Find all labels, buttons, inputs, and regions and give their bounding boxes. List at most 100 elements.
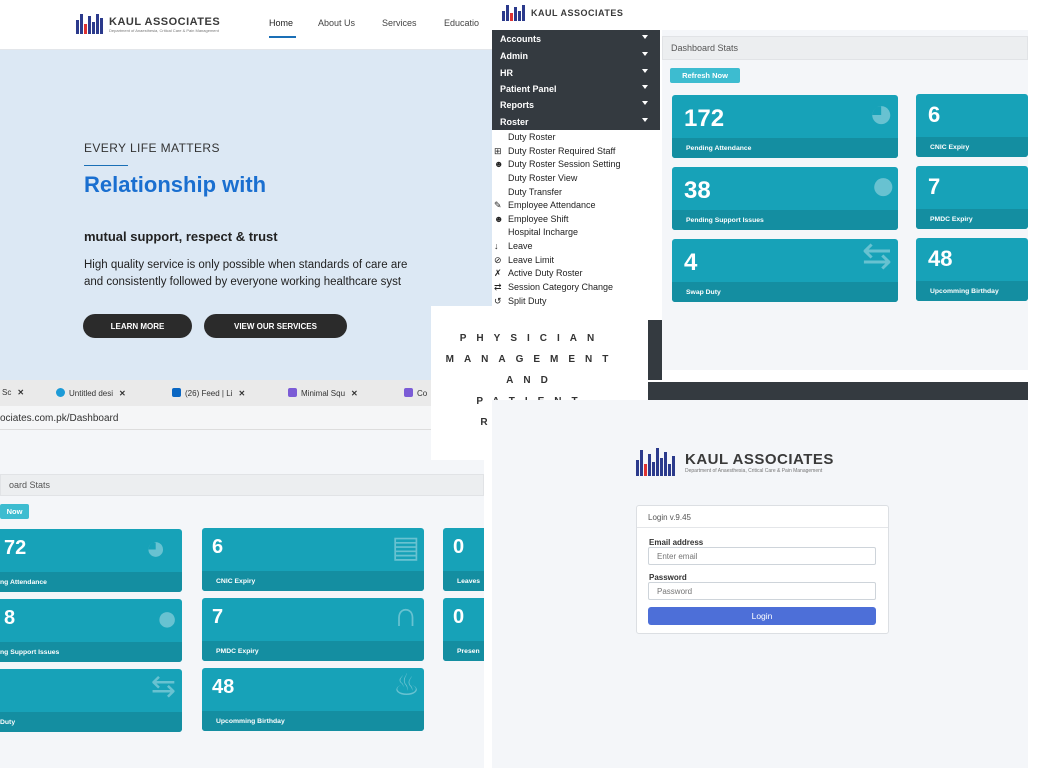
logo-mark-icon <box>636 448 675 476</box>
stat-label: CNIC Expiry <box>930 144 970 151</box>
email-field[interactable] <box>648 547 876 565</box>
menu-item-reports[interactable]: Reports <box>500 100 534 110</box>
nav-home[interactable]: Home <box>269 18 293 28</box>
browser-tab[interactable]: Sc ✕ <box>2 388 24 397</box>
canva-icon <box>56 388 65 397</box>
address-bar[interactable]: ociates.com.pk/Dashboard <box>0 406 484 430</box>
stat-card[interactable]: 0 Leaves <box>443 528 484 591</box>
footer-bar <box>648 382 1028 400</box>
comments-icon: ● <box>156 599 178 638</box>
physician-text: MANAGEMENT <box>445 354 619 365</box>
submenu-item[interactable]: Duty Roster <box>508 132 556 142</box>
stat-value: 72 <box>4 537 27 559</box>
nav-services[interactable]: Services <box>382 18 417 28</box>
login-button[interactable]: Login <box>648 607 876 625</box>
chevron-down-icon[interactable] <box>642 118 648 122</box>
menu-item-admin[interactable]: Admin <box>500 51 528 61</box>
stat-card[interactable]: 7 PMDC Expiry <box>916 166 1028 229</box>
submenu-item[interactable]: Session Category Change <box>508 282 613 292</box>
stat-card[interactable]: 72 ◕ ng Attendance <box>0 529 182 592</box>
submenu-item[interactable]: Split Duty <box>508 296 547 306</box>
chevron-down-icon[interactable] <box>642 85 648 89</box>
nav-active-underline <box>269 36 296 38</box>
site-navbar: KAUL ASSOCIATES Department of Anaesthesi… <box>0 0 492 50</box>
menu-item-hr[interactable]: HR <box>500 68 513 78</box>
submenu-item[interactable]: Leave <box>508 241 533 251</box>
site-logo[interactable]: KAUL ASSOCIATES Department of Anaesthesi… <box>76 14 220 34</box>
menu-item-patient-panel[interactable]: Patient Panel <box>500 84 557 94</box>
submenu-item[interactable]: Hospital Incharge <box>508 227 578 237</box>
submenu-item[interactable]: Employee Attendance <box>508 200 596 210</box>
sidebar-edge <box>648 320 662 380</box>
submenu-item[interactable]: Duty Transfer <box>508 187 562 197</box>
hero-title: Relationship with <box>84 172 267 197</box>
stat-label: Duty <box>0 719 16 726</box>
stat-label: Pending Support Issues <box>686 217 764 224</box>
stat-card[interactable]: 172 ◕ Pending Attendance <box>672 95 898 158</box>
running-icon: ✗ <box>494 268 502 278</box>
dashboard-stats-header: oard Stats <box>0 474 484 496</box>
view-services-button[interactable]: VIEW OUR SERVICES <box>204 314 347 338</box>
nav-education[interactable]: Educatio <box>444 18 479 28</box>
stat-label: PMDC Expiry <box>216 648 259 655</box>
stat-label: CNIC Expiry <box>216 578 256 585</box>
stat-card[interactable]: 48 ♨ Upcomming Birthday <box>202 668 424 731</box>
stat-card[interactable]: 0 Presen <box>443 598 484 661</box>
plus-square-icon: ⊞ <box>494 146 502 156</box>
refresh-button[interactable]: Now <box>0 504 29 519</box>
physician-text: PHYSICIAN <box>459 333 605 344</box>
hero-body-line: and consistently followed by everyone wo… <box>84 276 402 288</box>
stat-card[interactable]: 38 ● Pending Support Issues <box>672 167 898 230</box>
submenu-item[interactable]: Duty Roster Session Setting <box>508 159 621 169</box>
login-card: Login v.9.45 Email address Password Logi… <box>636 505 889 634</box>
arrow-down-icon: ↓ <box>494 241 499 251</box>
browser-tab[interactable]: Co <box>404 388 427 398</box>
browser-tab[interactable]: Untitled desi ✕ <box>56 388 126 398</box>
nav-about-us[interactable]: About Us <box>318 18 355 28</box>
close-icon[interactable]: ✕ <box>119 389 126 398</box>
id-card-icon: ▤ <box>391 531 420 564</box>
stat-value: 38 <box>684 177 711 204</box>
hero-divider <box>84 165 128 166</box>
stat-value: 4 <box>684 249 698 276</box>
dashboard-stats-header: Dashboard Stats <box>662 36 1028 60</box>
close-icon[interactable]: ✕ <box>351 389 358 398</box>
logo-mark-icon <box>502 5 525 21</box>
menu-item-accounts[interactable]: Accounts <box>500 34 541 44</box>
chevron-down-icon[interactable] <box>642 52 648 56</box>
stat-card[interactable]: 6 ▤ CNIC Expiry <box>202 528 424 591</box>
close-icon[interactable]: ✕ <box>238 389 245 398</box>
submenu-item[interactable]: Duty Roster View <box>508 173 577 183</box>
hero-eyebrow: EVERY LIFE MATTERS <box>84 141 220 155</box>
submenu-item[interactable]: Leave Limit <box>508 255 554 265</box>
submenu-item[interactable]: Employee Shift <box>508 214 569 224</box>
menu-item-roster[interactable]: Roster <box>500 117 529 127</box>
stat-card[interactable]: ⇆ Duty <box>0 669 182 732</box>
dashboard-logo[interactable]: KAUL ASSOCIATES <box>502 5 623 21</box>
browser-tab[interactable]: (26) Feed | Li ✕ <box>172 388 245 398</box>
stat-card[interactable]: 4 ⇆ Swap Duty <box>672 239 898 302</box>
stat-label: Leaves <box>457 578 481 585</box>
chevron-down-icon[interactable] <box>642 101 648 105</box>
submenu-item[interactable]: Active Duty Roster <box>508 268 583 278</box>
refresh-button[interactable]: Refresh Now <box>670 68 740 83</box>
stat-value: 48 <box>928 246 953 271</box>
stat-card[interactable]: 6 CNIC Expiry <box>916 94 1028 157</box>
stat-label: Upcomming Birthday <box>216 718 285 725</box>
stat-card[interactable]: 7 ∩ PMDC Expiry <box>202 598 424 661</box>
browser-tab[interactable]: Minimal Squ ✕ <box>288 388 358 398</box>
stat-label: ng Support Issues <box>0 649 60 656</box>
close-icon[interactable]: ✕ <box>17 388 24 397</box>
submenu-item[interactable]: Duty Roster Required Staff <box>508 146 615 156</box>
stat-card[interactable]: 8 ● ng Support Issues <box>0 599 182 662</box>
tab-label: Minimal Squ <box>301 389 346 398</box>
login-version: Login v.9.45 <box>637 506 888 528</box>
chevron-down-icon[interactable] <box>642 35 648 39</box>
chevron-down-icon[interactable] <box>642 69 648 73</box>
stat-value: 7 <box>212 606 224 628</box>
stat-label: Pending Attendance <box>686 145 752 152</box>
password-field[interactable] <box>648 582 876 600</box>
stat-card[interactable]: 48 Upcomming Birthday <box>916 238 1028 301</box>
user-cog-icon: ☻ <box>494 214 504 224</box>
learn-more-button[interactable]: LEARN MORE <box>83 314 192 338</box>
